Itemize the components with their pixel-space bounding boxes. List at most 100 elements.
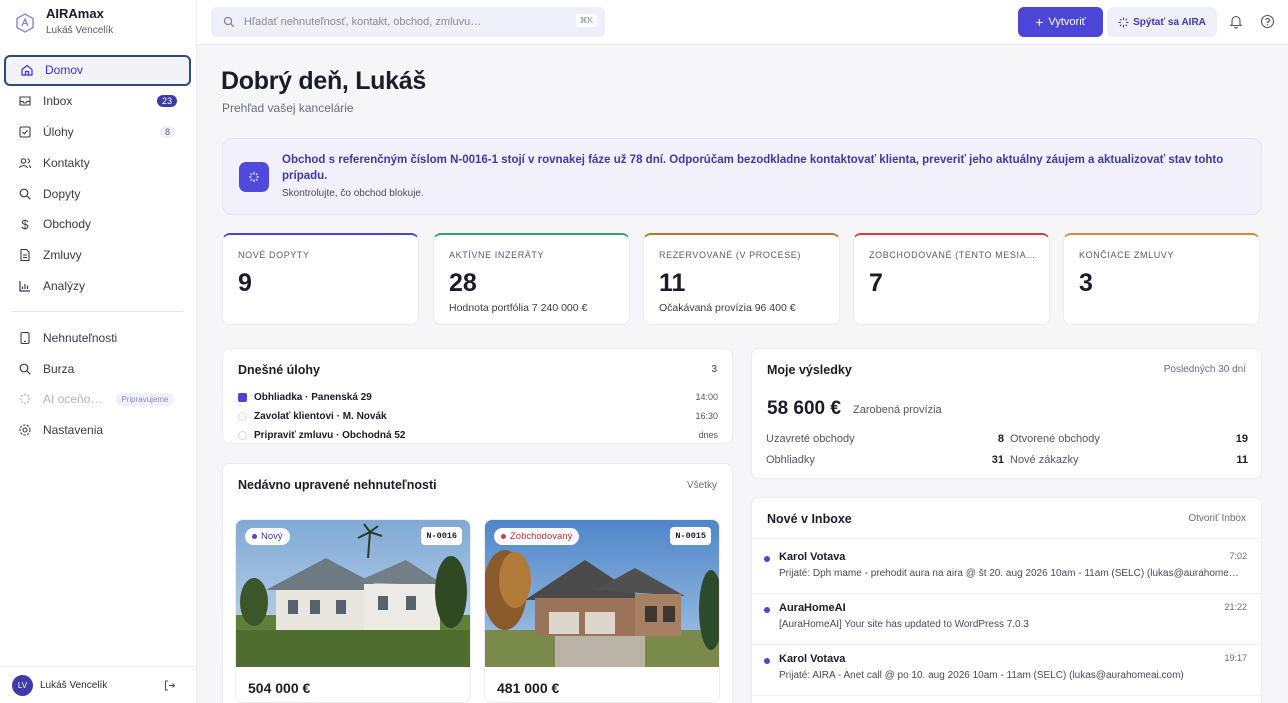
today-tasks-card: Dnešné úlohy 3 Obhliadka · Panenská 29 1…: [222, 348, 733, 444]
checkbox[interactable]: [238, 411, 247, 421]
all-properties-link[interactable]: Všetky: [687, 480, 717, 491]
kpi-card-expiring-contracts[interactable]: KONČIACE ZMLUVY 3: [1063, 233, 1260, 325]
status-label: Nový: [261, 531, 283, 542]
gear-icon: [18, 423, 32, 437]
dollar-icon: $: [21, 216, 29, 232]
property-ref: N-0015: [670, 527, 711, 545]
status-badge: Zobchodovaný: [494, 528, 580, 545]
open-inbox-link[interactable]: Otvoriť Inbox: [1188, 513, 1246, 524]
sidebar-item-ulohy[interactable]: Úlohy 8: [4, 117, 191, 148]
tasks-count: 3: [711, 364, 717, 375]
inbox-message[interactable]: Karol Votava 19:17 Prijaté: AIRA - Anet …: [752, 646, 1261, 696]
brand[interactable]: AIRAmax Lukáš Vencelík: [14, 6, 113, 36]
kpi-subtext: Očakávaná provízia 96 400 €: [659, 302, 796, 314]
task-time: 16:30: [695, 411, 718, 421]
kpi-card-closed[interactable]: ZOBCHODOVANÉ (TENTO MESIACA) 7: [853, 233, 1050, 325]
user-bar[interactable]: LV Lukáš Vencelík: [0, 666, 196, 703]
status-dot: [252, 534, 257, 539]
sidebar-item-inbox[interactable]: Inbox 23: [4, 86, 191, 117]
search-input[interactable]: [244, 16, 564, 28]
unread-dot: [764, 607, 770, 613]
sidebar-item-zmluvy[interactable]: Zmluvy: [4, 240, 191, 271]
sidebar-item-nehnutelnosti[interactable]: Nehnuteľnosti: [4, 322, 191, 353]
task-label: Obhliadka · Panenská 29: [254, 391, 372, 403]
logout-icon[interactable]: [163, 679, 176, 697]
inbox-icon: [18, 94, 32, 108]
kpi-value: 28: [449, 269, 477, 297]
commission-amount: 58 600 €: [767, 398, 841, 419]
ai-alert-banner[interactable]: Obchod s referenčným číslom N-0016-1 sto…: [222, 138, 1262, 215]
logo-icon: [16, 13, 34, 33]
message-preview: [AuraHomeAI] Your site has updated to Wo…: [779, 619, 1029, 630]
help-icon[interactable]: [1260, 14, 1275, 34]
building-icon: [18, 331, 32, 345]
message-sender: AuraHomeAI: [779, 602, 846, 614]
checkbox-checked[interactable]: [238, 392, 247, 402]
stat-value: 19: [1235, 433, 1248, 445]
sidebar-item-label: Analýzy: [43, 278, 86, 293]
kpi-card-reserved[interactable]: REZERVOVANÉ (V PROCESE) 11 Očakávaná pro…: [643, 233, 840, 325]
plus-icon: +: [1035, 14, 1044, 30]
task-item[interactable]: Zavolať klientovi · M. Novák 16:30: [238, 408, 718, 424]
message-time: 21:22: [1224, 602, 1247, 612]
sidebar-item-label: Kontakty: [43, 155, 90, 170]
checkbox[interactable]: [238, 430, 247, 440]
sidebar-divider: [12, 311, 183, 313]
inbox-message[interactable]: AuraHomeAI 21:22 [AuraHomeAI] Your site …: [752, 595, 1261, 645]
search-icon: [223, 16, 235, 28]
task-time: dnes: [698, 430, 718, 440]
kpi-card-new-requests[interactable]: NOVÉ DOPYTY 9: [222, 233, 419, 325]
results-period: Posledných 30 dní: [1163, 364, 1246, 375]
new-inbox-card: Nové v Inboxe Otvoriť Inbox Karol Votava…: [751, 497, 1262, 703]
sidebar-item-label: Burza: [43, 361, 75, 376]
card-title: Nedávno upravené nehnuteľnosti: [238, 478, 437, 492]
sidebar-item-nastavenia[interactable]: Nastavenia: [4, 415, 191, 446]
my-results-card: Moje výsledky Posledných 30 dní 58 600 €…: [751, 348, 1262, 479]
inbox-message[interactable]: Karol Votava 7:02 Prijaté: Dph mame - pr…: [752, 544, 1261, 594]
sidebar-item-kontakty[interactable]: Kontakty: [4, 147, 191, 178]
stat-label: Otvorené obchody: [1010, 433, 1100, 445]
recent-properties-card: Nedávno upravené nehnuteľnosti Všetky No…: [222, 463, 733, 703]
message-sender: Karol Votava: [779, 653, 846, 665]
task-item[interactable]: Pripraviť zmluvu · Obchodná 52 dnes: [238, 427, 718, 443]
stat-label: Nové zákazky: [1010, 454, 1079, 466]
alert-text: Obchod s referenčným číslom N-0016-1 sto…: [282, 154, 1224, 182]
alert-subtext: Skontrolujte, čo obchod blokuje.: [282, 188, 424, 199]
sparkle-icon: [239, 162, 269, 192]
property-price: 481 000 €: [497, 680, 560, 696]
message-preview: Prijaté: AIRA - Anet call @ po 10. aug 2…: [779, 670, 1184, 681]
create-button[interactable]: + Vytvoriť: [1018, 7, 1103, 37]
user-name: Lukáš Vencelík: [40, 679, 108, 691]
sidebar-item-domov[interactable]: Domov: [4, 55, 191, 86]
property-card[interactable]: Nový N-0016 504 000 €: [235, 519, 471, 703]
property-card[interactable]: Zobchodovaný N-0015 481 000 €: [484, 519, 720, 703]
kpi-label: REZERVOVANÉ (V PROCESE): [659, 250, 801, 260]
task-item[interactable]: Obhliadka · Panenská 29 14:00: [238, 389, 718, 405]
bell-icon[interactable]: [1229, 14, 1243, 34]
coming-soon-pill: Pripravujeme: [116, 392, 174, 406]
search-bar[interactable]: ⌘K: [211, 7, 605, 37]
sidebar-item-label: Nehnuteľnosti: [43, 330, 118, 345]
sidebar-nav: Domov Inbox 23 Úlohy 8 Kontakty Dopyty $…: [4, 55, 191, 446]
sidebar-item-obchody[interactable]: $ Obchody: [4, 209, 191, 240]
message-time: 7:02: [1229, 551, 1247, 561]
kpi-card-active-listings[interactable]: AKTÍVNE INZERÁTY 28 Hodnota portfólia 7 …: [433, 233, 630, 325]
sidebar-item-label: AI oceňo…: [43, 392, 103, 407]
search-icon: [18, 362, 32, 376]
kpi-subtext: Hodnota portfólia 7 240 000 €: [449, 302, 588, 314]
kpi-label: ZOBCHODOVANÉ (TENTO MESIACA): [869, 250, 1039, 260]
ask-aira-button[interactable]: Spýtať sa AIRA: [1107, 7, 1217, 37]
message-preview: Prijaté: Dph mame - prehodit aura na air…: [779, 568, 1239, 579]
sidebar-item-burza[interactable]: Burza: [4, 353, 191, 384]
create-button-label: Vytvoriť: [1048, 16, 1086, 28]
message-time: 19:17: [1224, 653, 1247, 663]
property-ref: N-0016: [421, 527, 462, 545]
sidebar-item-label: Úlohy: [43, 124, 74, 139]
sidebar-item-dopyty[interactable]: Dopyty: [4, 178, 191, 209]
sidebar-item-label: Inbox: [43, 94, 73, 109]
property-price: 504 000 €: [248, 680, 311, 696]
card-title: Dnešné úlohy: [238, 363, 320, 377]
sidebar-item-analyzy[interactable]: Analýzy: [4, 271, 191, 302]
stat-label: Uzavreté obchody: [766, 433, 855, 445]
card-title: Moje výsledky: [767, 363, 852, 377]
